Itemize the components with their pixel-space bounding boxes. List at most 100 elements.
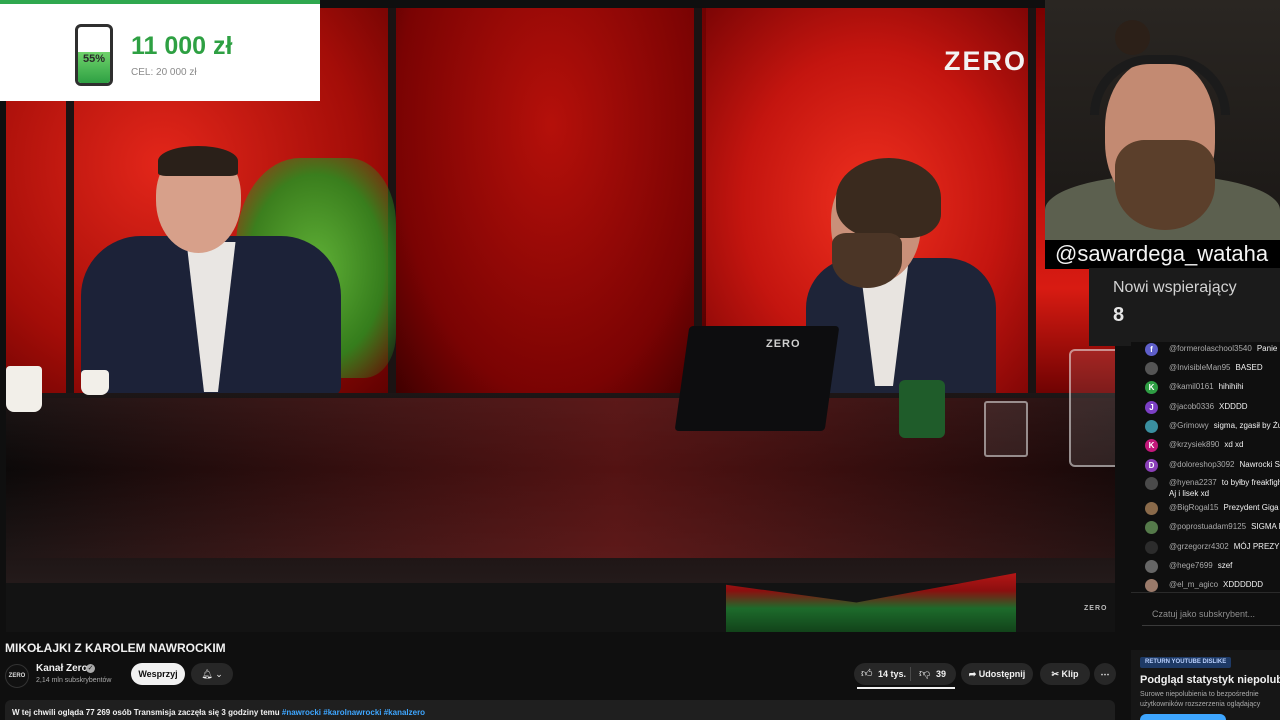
support-button[interactable]: Wesprzyj	[131, 663, 185, 685]
ryd-line: Surowe niepolubienia to bezpośrednie	[1140, 691, 1259, 698]
chat-message-continued: Aj i lisek xd	[1169, 489, 1210, 498]
chat-username[interactable]: @InvisibleMan95	[1169, 363, 1230, 372]
clip-label: Klip	[1061, 669, 1079, 679]
share-icon: ➦	[968, 669, 977, 679]
chat-avatar	[1145, 502, 1158, 515]
donation-goal: CEL: 20 000 zł	[131, 67, 197, 78]
streamer-webcam	[1045, 0, 1280, 243]
chat-username[interactable]: @hege7699	[1169, 561, 1213, 570]
guest-hair	[158, 146, 238, 176]
chat-message: Prezydent Giga C	[1223, 503, 1280, 512]
chat-divider	[1131, 592, 1280, 593]
battery-icon: 55%	[75, 24, 113, 86]
chat-username[interactable]: @Grimowy	[1169, 421, 1209, 430]
chat-avatar	[1145, 477, 1158, 490]
like-separator	[910, 667, 911, 681]
scissors-icon: ✂	[1051, 669, 1060, 679]
ryd-description: Surowe niepolubienia to bezpośrednie uży…	[1140, 690, 1260, 710]
channel-name[interactable]: Kanał Zero	[36, 663, 88, 674]
like-count[interactable]: 14 tys.	[878, 669, 906, 679]
donation-percent: 55%	[82, 53, 106, 65]
chat-avatar	[1145, 579, 1158, 592]
green-mug	[899, 380, 945, 438]
new-supporters-label: Nowi wspierający	[1113, 279, 1237, 296]
more-icon: ⋯	[1100, 669, 1110, 679]
water-glass	[984, 401, 1028, 457]
studio-background-middle	[396, 8, 706, 398]
chat-avatar	[1145, 541, 1158, 554]
live-viewers-text: W tej chwili ogląda 77 269 osób Transmis…	[12, 708, 280, 717]
ryd-title: Podgląd statystyk niepolubie	[1140, 674, 1280, 686]
subscriber-count: 2,14 mln subskrybentów	[36, 677, 112, 684]
chat-username[interactable]: @kamil0161	[1169, 382, 1214, 391]
chat-username[interactable]: @formerolaschool3540	[1169, 344, 1252, 353]
chat-message: szef	[1217, 561, 1233, 570]
streamer-hair-bun	[1115, 20, 1150, 55]
chat-avatar: J	[1145, 401, 1158, 414]
chat-avatar: K	[1145, 381, 1158, 394]
chat-message: SIGMA N	[1251, 522, 1280, 531]
zero-watermark: ZERO	[944, 46, 1028, 76]
chat-avatar: K	[1145, 439, 1158, 452]
table-reflection	[6, 398, 1115, 558]
dislike-count[interactable]: 39	[936, 669, 946, 679]
chat-avatar	[1145, 521, 1158, 534]
video-title: MIKOŁAJKI Z KAROLEM NAWROCKIM	[5, 641, 226, 655]
thumbs-up-icon[interactable]: 👍︎	[861, 667, 873, 680]
studio-pillar	[1028, 8, 1036, 408]
chat-message: BASED	[1235, 363, 1263, 372]
chat-message: xd xd	[1224, 440, 1244, 449]
chat-avatar: D	[1145, 459, 1158, 472]
new-supporters-count: 8	[1113, 304, 1125, 326]
chat-avatar	[1145, 362, 1158, 375]
streamer-handle: @sawardega_wataha	[1055, 241, 1269, 266]
chat-username[interactable]: @poprostuadam9125	[1169, 522, 1246, 531]
verified-icon: ✓	[86, 664, 95, 673]
host-hair	[836, 158, 941, 238]
chat-avatar	[1145, 560, 1158, 573]
ryd-badge: RETURN YOUTUBE DISLIKE	[1140, 657, 1232, 668]
laptop	[674, 326, 840, 431]
laptop-logo: ZERO	[766, 338, 801, 350]
chat-username[interactable]: @doloreshop3092	[1169, 460, 1235, 469]
more-actions-button[interactable]: ⋯	[1094, 663, 1116, 685]
chat-message: XDDDDDD	[1223, 580, 1264, 589]
channel-avatar[interactable]: ZERO	[5, 664, 29, 688]
video-player[interactable]: ZERO ZERO ZERO	[6, 8, 1115, 632]
chevron-down-icon: ⌄	[215, 669, 223, 679]
chat-avatar	[1145, 420, 1158, 433]
notifications-button[interactable]: 🔔︎ ⌄	[191, 663, 233, 685]
chat-username[interactable]: @jacob0336	[1169, 402, 1214, 411]
chat-username[interactable]: @BigRogal15	[1169, 503, 1218, 512]
chat-username[interactable]: @hyena2237	[1169, 478, 1217, 487]
chat-username[interactable]: @grzegorzr4302	[1169, 542, 1229, 551]
chat-message: sigma, zgasił by Żu	[1213, 421, 1280, 430]
zero-corner-logo: ZERO	[1084, 605, 1108, 612]
headset-icon	[1090, 55, 1230, 115]
thumbs-down-icon[interactable]: 👎︎	[919, 667, 930, 680]
clip-button[interactable]: ✂ Klip	[1040, 663, 1090, 685]
host-beard	[832, 233, 902, 288]
chat-message: Nawrocki S	[1239, 460, 1280, 469]
mug	[81, 370, 109, 395]
chat-avatar: f	[1145, 343, 1158, 356]
chat-message: hihihihi	[1218, 382, 1244, 391]
chat-message: MÓJ PREZYD	[1233, 542, 1280, 551]
chat-username[interactable]: @krzysiek890	[1169, 440, 1219, 449]
chat-message: to byłby freakfigh	[1221, 478, 1280, 487]
ryd-line: użytkowników rozszerzenia oglądający	[1140, 701, 1261, 708]
chat-input-placeholder: Czatuj jako subskrybent...	[1152, 609, 1256, 619]
water-jug	[1069, 349, 1115, 467]
donation-goal-widget: 55% 11 000 zł CEL: 20 000 zł	[0, 0, 320, 101]
hashtags[interactable]: #nawrocki #karolnawrocki #kanalzero	[282, 708, 425, 717]
streamer-beard	[1115, 140, 1215, 230]
chat-username[interactable]: @el_m_agico	[1169, 580, 1218, 589]
share-label: Udostępnij	[978, 669, 1026, 679]
mug	[6, 366, 42, 412]
ryd-button[interactable]	[1140, 714, 1226, 720]
donation-amount: 11 000 zł	[131, 32, 233, 60]
share-button[interactable]: ➦ Udostępnij	[961, 663, 1033, 685]
live-info: W tej chwili ogląda 77 269 osób Transmis…	[12, 708, 425, 717]
chat-message: Panie p	[1256, 344, 1280, 353]
chat-message: XDDDD	[1219, 402, 1248, 411]
